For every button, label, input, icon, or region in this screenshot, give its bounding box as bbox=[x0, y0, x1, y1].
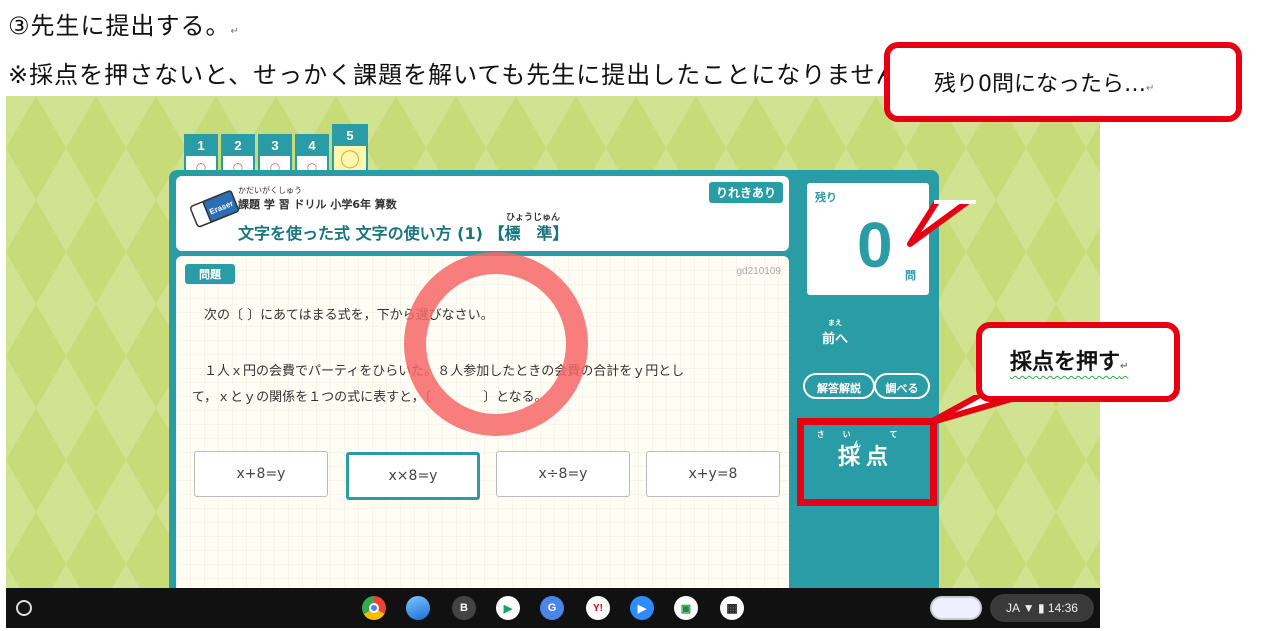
grade-button-highlight bbox=[797, 418, 937, 506]
ime-indicator: JA bbox=[1006, 601, 1020, 615]
b-icon[interactable]: B bbox=[452, 596, 476, 620]
status-area[interactable]: JA ▼ ▮ 14:36 bbox=[990, 594, 1094, 622]
answer-choice-2[interactable]: x×8=y bbox=[346, 452, 480, 500]
clock: 14:36 bbox=[1047, 601, 1078, 615]
history-badge[interactable]: りれきあり bbox=[708, 182, 783, 203]
current-mark-icon: ◯ bbox=[339, 148, 361, 169]
tab-number: 5 bbox=[334, 126, 366, 146]
unit-title: 文字を使った式 文字の使い方 (1) 【標 準】 bbox=[238, 224, 569, 243]
tab-number: 3 bbox=[260, 136, 290, 156]
course-title: 課題 学 習 ドリル 小学6年 算数 bbox=[238, 198, 397, 211]
answer-choice-4[interactable]: x+y=8 bbox=[646, 451, 780, 497]
instruction-step-3: ③先生に提出する。↵ bbox=[8, 12, 240, 40]
chrome-icon[interactable] bbox=[362, 596, 386, 620]
lookup-button[interactable]: 調べる bbox=[874, 373, 930, 399]
taskbar: B ▶ G Y! ▶ ▣ ▦ JA ▼ ▮ 14:36 bbox=[6, 588, 1100, 628]
question-id: gd210109 bbox=[736, 266, 782, 277]
yahoo-icon[interactable]: Y! bbox=[586, 596, 610, 620]
tray-thumbnail[interactable] bbox=[930, 596, 982, 620]
eraser-icon: Eraser bbox=[190, 190, 240, 228]
remaining-count: 0 bbox=[857, 209, 893, 281]
wave-icon[interactable] bbox=[406, 596, 430, 620]
previous-label: 前へ bbox=[821, 332, 848, 347]
answer-choice-1[interactable]: x+8=y bbox=[194, 451, 328, 497]
play-icon[interactable]: ▶ bbox=[496, 596, 520, 620]
question-label: 問題 bbox=[185, 264, 235, 284]
paragraph-mark: ↵ bbox=[230, 26, 240, 37]
press-grade-callout: 採点を押す↵ bbox=[976, 322, 1180, 402]
launcher-icon[interactable] bbox=[16, 600, 32, 616]
course-ruby: かだいがくしゅう bbox=[238, 186, 302, 195]
previous-ruby: まえ bbox=[828, 319, 842, 327]
drill-header: Eraser かだいがくしゅう 課題 学 習 ドリル 小学6年 算数 ひょうじゅ… bbox=[176, 176, 789, 251]
tab-number: 4 bbox=[297, 136, 327, 156]
instruction-note: ※採点を押さないと、せっかく課題を解いても先生に提出したことになりません。↵ bbox=[8, 55, 935, 90]
correct-circle-icon bbox=[404, 252, 588, 436]
remaining-unit: 問 bbox=[905, 269, 916, 282]
classroom-icon[interactable]: ▣ bbox=[674, 596, 698, 620]
tab-number: 1 bbox=[186, 136, 216, 156]
drill-app-screenshot: 1 ○ 2 ○ 3 ○ 4 ○ 5 ◯ Eraser かだいがくしゅう 課題 学 習 ドリ… bbox=[6, 96, 1100, 628]
battery-icon: ▮ bbox=[1037, 601, 1045, 615]
remaining-callout: 残り0問になったら…↵ bbox=[884, 42, 1242, 122]
answer-choice-3[interactable]: x÷8=y bbox=[496, 451, 630, 497]
qr-icon[interactable]: ▦ bbox=[720, 596, 744, 620]
meet-icon[interactable]: ▶ bbox=[630, 596, 654, 620]
explanation-button[interactable]: 解答解説 bbox=[803, 373, 875, 399]
remaining-label: 残り bbox=[815, 191, 837, 204]
translate-icon[interactable]: G bbox=[540, 596, 564, 620]
tab-number: 2 bbox=[223, 136, 253, 156]
previous-button[interactable]: まえ 前へ bbox=[803, 314, 857, 354]
callout-tail bbox=[907, 200, 976, 247]
wifi-icon: ▼ bbox=[1022, 601, 1035, 615]
